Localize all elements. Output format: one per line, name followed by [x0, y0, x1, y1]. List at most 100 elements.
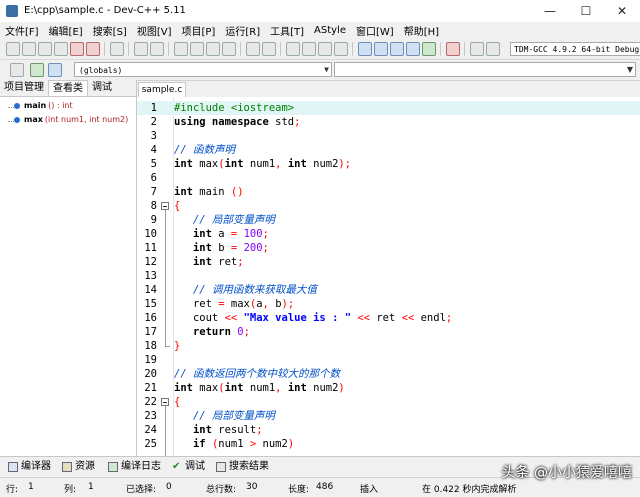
menu-project[interactable]: 项目[P]	[177, 23, 221, 38]
code-line[interactable]: 20 // 函数返回两个数中较大的那个数	[137, 367, 640, 381]
code-line[interactable]: 14 // 调用函数来获取最大值	[137, 283, 640, 297]
bookmark-next-icon[interactable]	[302, 42, 316, 56]
code-line[interactable]: 21 int max(int num1, int num2)	[137, 381, 640, 395]
code-line[interactable]: 10 int a = 100;	[137, 227, 640, 241]
code-token: {	[174, 200, 181, 212]
new-file-icon[interactable]	[6, 42, 20, 56]
tab-resources[interactable]: 资源	[62, 460, 95, 474]
code-line[interactable]: 24 int result;	[137, 423, 640, 437]
code-text: {	[174, 199, 180, 213]
stop-execution-icon[interactable]	[446, 42, 460, 56]
code-line[interactable]: 11 int b = 200;	[137, 241, 640, 255]
tab-classes[interactable]: 查看类	[48, 80, 88, 96]
indent-icon[interactable]	[246, 42, 260, 56]
menu-file[interactable]: 文件[F]	[0, 23, 44, 38]
menu-help[interactable]: 帮助[H]	[399, 23, 444, 38]
code-editor[interactable]: 1 #include <iostream> 2 using namespace std…	[137, 97, 640, 456]
undo-icon[interactable]	[134, 42, 148, 56]
save-all-icon[interactable]	[54, 42, 68, 56]
menu-tools[interactable]: 工具[T]	[265, 23, 309, 38]
save-icon[interactable]	[38, 42, 52, 56]
tab-project[interactable]: 项目管理	[0, 80, 48, 96]
code-line[interactable]: 4 // 函数声明	[137, 143, 640, 157]
line-number: 24	[144, 424, 157, 436]
code-line[interactable]: 23 // 局部变量声明	[137, 409, 640, 423]
insert-icon[interactable]	[10, 63, 24, 77]
line-number: 4	[150, 144, 157, 156]
code-line[interactable]: 6	[137, 171, 640, 185]
tab-debug-output[interactable]: ✔ 调试	[172, 460, 205, 474]
editor-tab-sample[interactable]: sample.c	[138, 82, 186, 97]
find-icon[interactable]	[174, 42, 188, 56]
unindent-icon[interactable]	[262, 42, 276, 56]
profile-chart-icon[interactable]	[470, 42, 484, 56]
code-line[interactable]: 17 return 0;	[137, 325, 640, 339]
run-icon[interactable]	[374, 42, 388, 56]
close-all-icon[interactable]	[86, 42, 100, 56]
code-line[interactable]: 18}	[137, 339, 640, 353]
line-number: 20	[144, 368, 157, 380]
code-line[interactable]: 9 // 局部变量声明	[137, 213, 640, 227]
find-next-icon[interactable]	[206, 42, 220, 56]
tab-search-results[interactable]: 搜索结果	[216, 460, 269, 474]
open-file-icon[interactable]	[22, 42, 36, 56]
menu-search[interactable]: 搜索[S]	[88, 23, 132, 38]
toggle-comment-icon[interactable]	[334, 42, 348, 56]
menu-astyle[interactable]: AStyle	[309, 25, 351, 36]
check-syntax-icon[interactable]	[422, 42, 436, 56]
tab-compiler[interactable]: 编译器	[8, 460, 51, 474]
goto-declaration-icon[interactable]	[30, 63, 44, 77]
code-token: result	[211, 424, 257, 436]
fold-collapse-icon[interactable]	[161, 398, 169, 406]
code-line[interactable]: 12 int ret;	[137, 255, 640, 269]
tab-debug[interactable]: 调试	[88, 80, 116, 96]
code-line[interactable]: 16 cout << "Max value is : " << ret << e…	[137, 311, 640, 325]
toolbar-separator	[464, 42, 465, 56]
code-line[interactable]: 13	[137, 269, 640, 283]
code-line[interactable]: 19	[137, 353, 640, 367]
tree-item-max[interactable]: max (int num1, int num2)	[14, 115, 128, 124]
replace-icon[interactable]	[190, 42, 204, 56]
line-number: 15	[144, 298, 157, 310]
rebuild-icon[interactable]	[406, 42, 420, 56]
menu-run[interactable]: 运行[R]	[220, 23, 265, 38]
compile-icon[interactable]	[358, 42, 372, 56]
code-line[interactable]: 7 int main ()	[137, 185, 640, 199]
bookmark-prev-icon[interactable]	[318, 42, 332, 56]
menu-edit[interactable]: 编辑[E]	[44, 23, 88, 38]
delete-profile-icon[interactable]	[486, 42, 500, 56]
redo-icon[interactable]	[150, 42, 164, 56]
code-line[interactable]: 25 if (num1 > num2)	[137, 437, 640, 451]
scope-select[interactable]: (globals) ▼	[74, 62, 332, 77]
bookmark-icon[interactable]	[286, 42, 300, 56]
code-token: a	[211, 228, 231, 240]
code-line[interactable]: 15 ret = max(a, b);	[137, 297, 640, 311]
code-line[interactable]: 22 {	[137, 395, 640, 409]
compiler-select[interactable]: TDM-GCC 4.9.2 64-bit Debug	[510, 42, 640, 56]
menu-view[interactable]: 视图[V]	[132, 23, 177, 38]
goto-definition-icon[interactable]	[48, 63, 62, 77]
function-select[interactable]: ▼	[334, 62, 636, 77]
code-token: ;	[262, 228, 269, 240]
fold-collapse-icon[interactable]	[161, 202, 169, 210]
code-line[interactable]: 3	[137, 129, 640, 143]
goto-line-icon[interactable]	[222, 42, 236, 56]
code-line[interactable]: 1 #include <iostream>	[137, 101, 640, 115]
code-line[interactable]: 2 using namespace std;	[137, 115, 640, 129]
close-file-icon[interactable]	[70, 42, 84, 56]
minimize-button[interactable]: —	[532, 0, 568, 22]
close-button[interactable]: ✕	[604, 0, 640, 22]
code-line[interactable]: 5 int max(int num1, int num2);	[137, 157, 640, 171]
menu-window[interactable]: 窗口[W]	[351, 23, 399, 38]
toolbar-separator	[168, 42, 169, 56]
status-sel-value: 0	[166, 482, 172, 492]
tab-compile-log[interactable]: 编译日志	[108, 460, 161, 474]
tree-item-main[interactable]: main () : int	[14, 101, 73, 110]
code-token: ;	[262, 242, 269, 254]
maximize-button[interactable]: ☐	[568, 0, 604, 22]
code-line[interactable]: 8{	[137, 199, 640, 213]
compile-run-icon[interactable]	[390, 42, 404, 56]
print-icon[interactable]	[110, 42, 124, 56]
